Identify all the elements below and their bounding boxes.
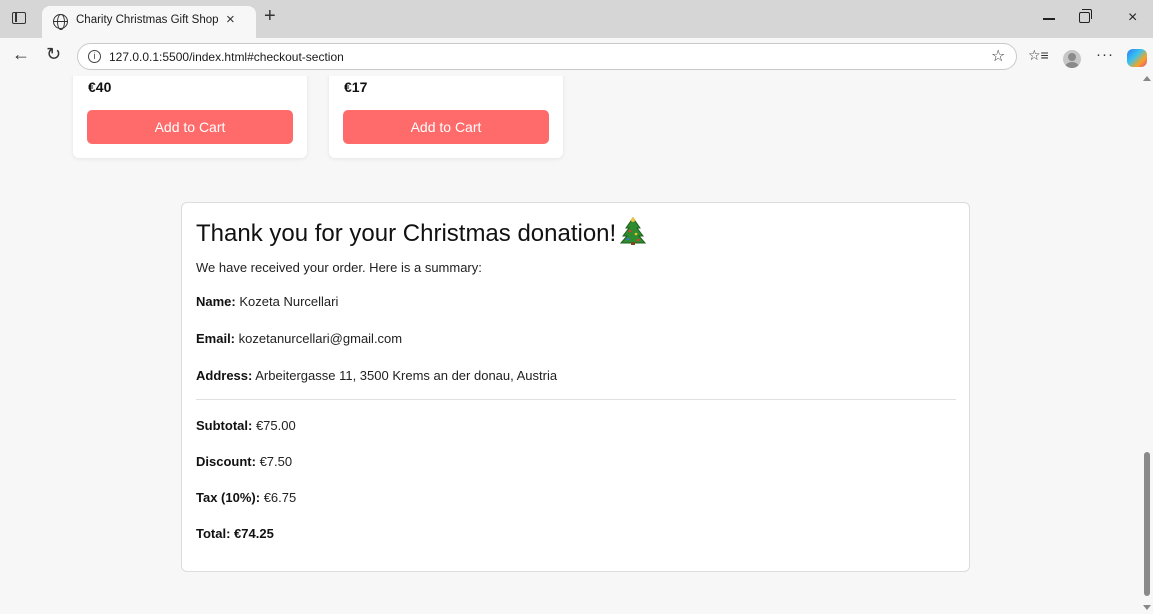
copilot-icon[interactable]	[1127, 49, 1147, 67]
favorites-icon[interactable]: ☆≡	[1028, 47, 1049, 64]
favorite-star-icon[interactable]: ☆	[991, 46, 1005, 66]
discount-value: €7.50	[259, 454, 293, 469]
subtotal-label: Subtotal:	[196, 418, 253, 433]
summary-email-row: Email: kozetanurcellari@gmail.com	[196, 331, 402, 346]
browser-toolbar: ← ↻ i 127.0.0.1:5500/index.html#checkout…	[0, 38, 1153, 76]
email-label: Email:	[196, 331, 236, 346]
name-value: Kozeta Nurcellari	[239, 294, 339, 309]
tax-label: Tax (10%):	[196, 490, 261, 505]
tab-title: Charity Christmas Gift Shop	[76, 14, 219, 26]
name-label: Name:	[196, 294, 236, 309]
product-card: €40 Add to Cart	[73, 76, 307, 158]
subtotal-row: Subtotal: €75.00	[196, 418, 296, 433]
total-row: Total: €74.25	[196, 526, 274, 541]
add-to-cart-button[interactable]: Add to Cart	[343, 110, 549, 144]
page-viewport: €40 Add to Cart €17 Add to Cart Thank yo…	[0, 76, 1141, 614]
total-value: €74.25	[234, 526, 274, 541]
summary-divider	[196, 399, 956, 400]
discount-label: Discount:	[196, 454, 256, 469]
address-label: Address:	[196, 368, 253, 383]
browser-tab[interactable]: Charity Christmas Gift Shop ×	[42, 6, 256, 38]
scroll-up-arrow-icon[interactable]	[1143, 76, 1151, 81]
scroll-down-arrow-icon[interactable]	[1143, 605, 1151, 610]
profile-avatar[interactable]	[1063, 50, 1081, 68]
tab-actions-icon[interactable]	[12, 12, 26, 24]
discount-row: Discount: €7.50	[196, 454, 292, 469]
product-card: €17 Add to Cart	[329, 76, 563, 158]
christmas-tree-icon	[620, 217, 647, 245]
product-price: €17	[344, 79, 368, 95]
summary-heading: Thank you for your Christmas donation!	[196, 217, 647, 248]
email-value: kozetanurcellari@gmail.com	[238, 331, 403, 346]
restore-icon[interactable]	[1079, 9, 1092, 23]
order-summary-panel: Thank you for your Christmas donation! W…	[181, 202, 970, 572]
reload-icon[interactable]: ↻	[46, 44, 61, 65]
browser-tab-strip: Charity Christmas Gift Shop × + ×	[0, 0, 1153, 38]
add-to-cart-button[interactable]: Add to Cart	[87, 110, 293, 144]
product-price: €40	[88, 79, 112, 95]
back-arrow-icon[interactable]: ←	[12, 44, 30, 65]
more-menu-icon[interactable]: ···	[1096, 46, 1114, 63]
minimize-icon[interactable]	[1043, 18, 1055, 20]
tax-value: €6.75	[263, 490, 297, 505]
scrollbar-thumb[interactable]	[1144, 452, 1150, 596]
summary-heading-text: Thank you for your Christmas donation!	[196, 220, 617, 247]
tab-close-icon[interactable]: ×	[226, 11, 235, 28]
address-bar[interactable]: i 127.0.0.1:5500/index.html#checkout-sec…	[77, 43, 1017, 70]
new-tab-button[interactable]: +	[264, 5, 276, 28]
summary-address-row: Address: Arbeitergasse 11, 3500 Krems an…	[196, 368, 557, 383]
address-value: Arbeitergasse 11, 3500 Krems an der dona…	[255, 368, 558, 383]
globe-icon	[53, 14, 68, 30]
url-text[interactable]: 127.0.0.1:5500/index.html#checkout-secti…	[109, 50, 344, 64]
subtotal-value: €75.00	[255, 418, 296, 433]
summary-name-row: Name: Kozeta Nurcellari	[196, 294, 338, 309]
window-close-icon[interactable]: ×	[1128, 9, 1137, 27]
summary-intro: We have received your order. Here is a s…	[196, 260, 482, 275]
site-info-icon[interactable]: i	[88, 50, 101, 63]
tax-row: Tax (10%): €6.75	[196, 490, 296, 505]
page-scrollbar[interactable]	[1141, 76, 1153, 614]
total-label: Total:	[196, 526, 231, 541]
